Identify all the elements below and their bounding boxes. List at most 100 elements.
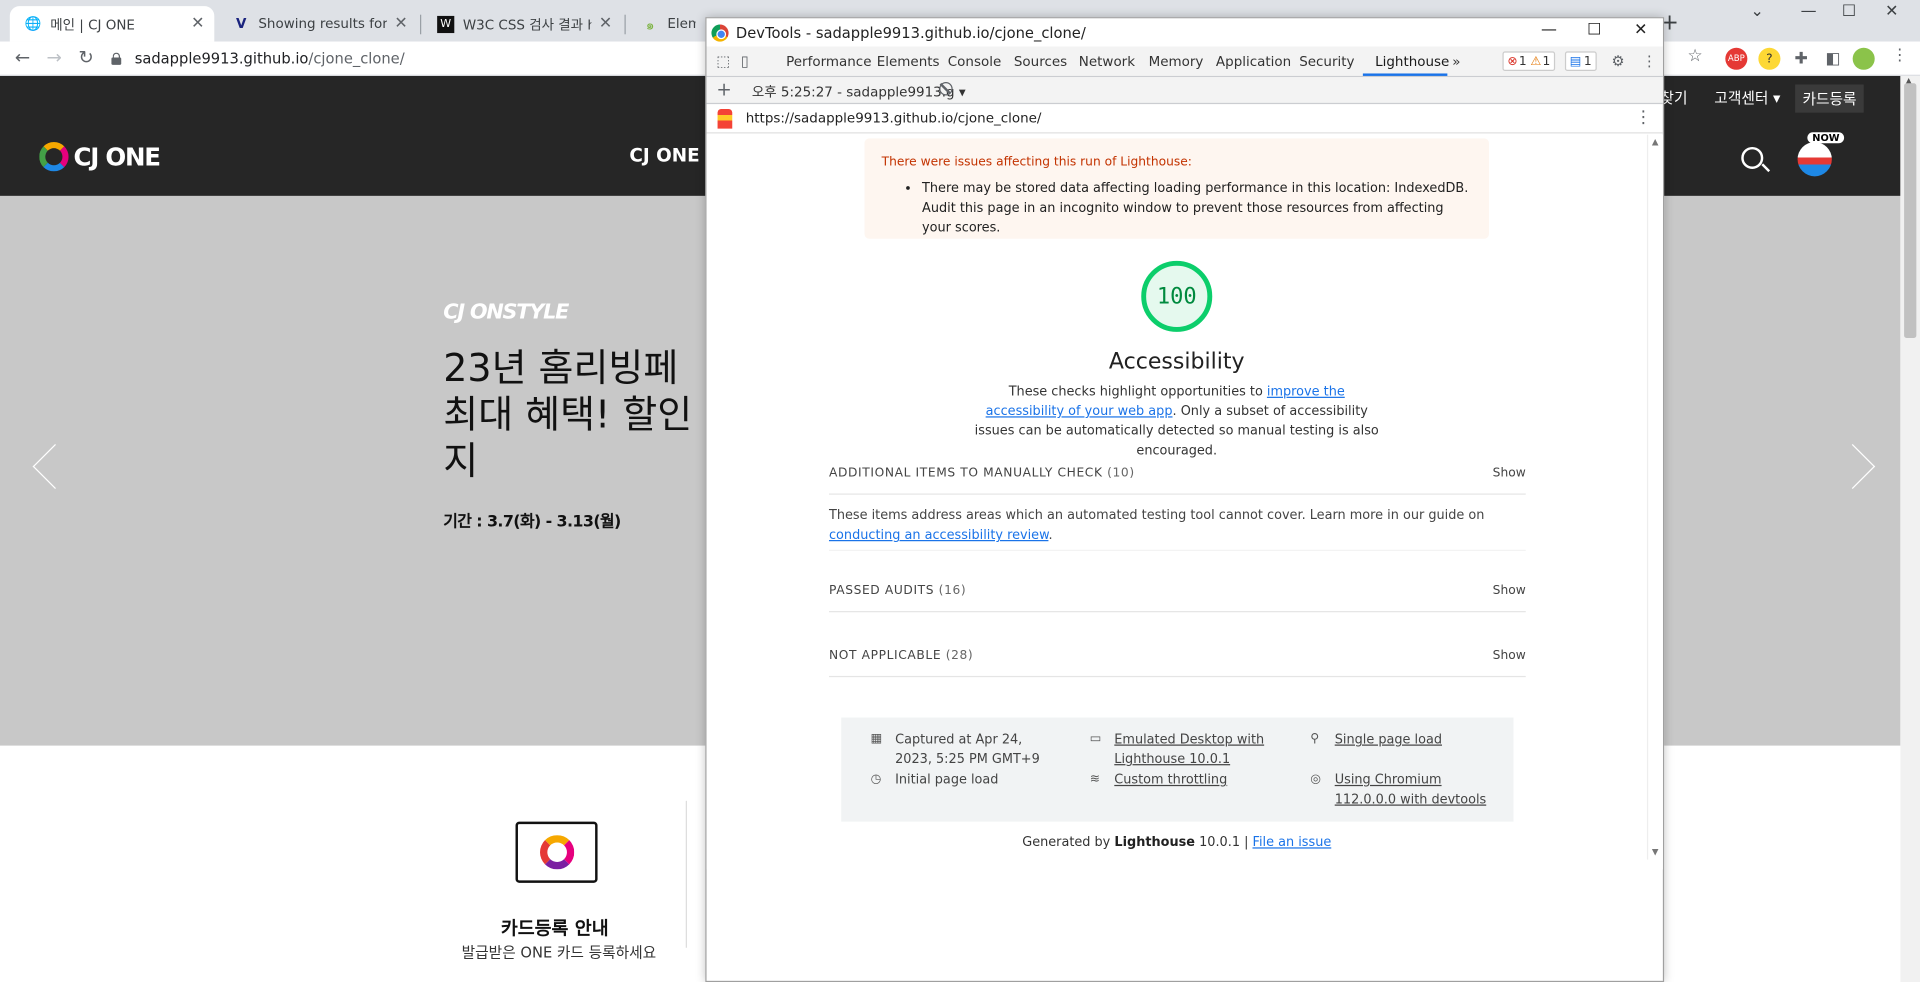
group-passed-audits[interactable]: PASSED AUDITS (16) Show (829, 584, 1526, 611)
warning-item: There may be stored data affecting loadi… (922, 179, 1472, 238)
divider (828, 611, 1526, 613)
url-path: /cjone_clone/ (308, 50, 405, 68)
minimize-button[interactable]: — (1531, 21, 1568, 39)
hero-headline: 23년 홈리빙페 최대 혜택! 할인 지 (443, 346, 693, 484)
run-info-text: Single page load (1334, 732, 1443, 747)
report-scrollbar[interactable]: ▲ ▼ (1646, 134, 1663, 860)
divider (828, 493, 1526, 495)
close-window-button[interactable]: ✕ (1873, 2, 1910, 20)
issues-badge[interactable]: ⊗ 1 ⚠ 1 (1502, 51, 1556, 72)
scrollbar-thumb[interactable] (1904, 83, 1917, 338)
browser-tab-results[interactable]: V Showing results for https: ✕ (218, 6, 418, 42)
run-info-text: Custom throttling (1114, 772, 1228, 788)
close-window-button[interactable]: ✕ (1622, 21, 1659, 39)
tab-network[interactable]: Network (1079, 54, 1135, 70)
scroll-up-icon[interactable]: ▲ (1652, 137, 1659, 147)
show-button[interactable]: Show (1493, 467, 1526, 480)
footer-text: Generated by (1022, 835, 1115, 850)
group-label: ADDITIONAL ITEMS TO MANUALLY CHECK (828, 466, 1103, 481)
run-info-throttling[interactable]: ≋ Custom throttling (1090, 770, 1227, 790)
maximize-button[interactable]: ☐ (1831, 2, 1868, 20)
hero-period: 기간 : 3.7(화) - 3.13(월) (443, 513, 621, 532)
star-icon[interactable]: ☆ (1687, 47, 1702, 67)
run-info-chromium[interactable]: ◎ Using Chromium 112.0.0.0 with devtools (1310, 770, 1494, 809)
avatar[interactable] (1797, 142, 1832, 177)
card-ring-icon (539, 835, 574, 870)
logo-text: CJ ONE (73, 142, 161, 172)
util-link-support[interactable]: 고객센터 ▾ (1714, 87, 1780, 108)
reload-icon[interactable]: ↻ (78, 47, 93, 69)
show-button[interactable]: Show (1493, 649, 1526, 662)
address-bar[interactable]: sadapple9913.github.io/cjone_clone/ (110, 44, 722, 73)
cjone-logo[interactable]: CJ ONE (39, 142, 161, 172)
tab-application[interactable]: Application (1216, 54, 1291, 70)
run-info-single[interactable]: ⚲ Single page load (1310, 730, 1442, 750)
message-icon: ▤ (1569, 54, 1582, 68)
footer-version: 10.0.1 | (1195, 835, 1253, 850)
tab-memory[interactable]: Memory (1149, 54, 1204, 70)
forward-icon[interactable]: → (47, 47, 62, 69)
tab-lighthouse[interactable]: Lighthouse (1375, 54, 1449, 70)
close-icon[interactable]: ✕ (191, 15, 204, 33)
report-selector[interactable]: 오후 5:25:27 - sadapple9913.g ▾ (752, 82, 966, 102)
tab-separator (420, 14, 422, 35)
gear-icon[interactable]: ⚙ (1611, 53, 1624, 70)
back-icon[interactable]: ← (15, 47, 30, 69)
messages-badge[interactable]: ▤ 1 (1564, 51, 1597, 72)
help-extension-icon[interactable]: ? (1758, 47, 1781, 70)
desc-text: These items address areas which an autom… (828, 508, 1485, 523)
page-scrollbar[interactable]: ▲ (1900, 75, 1920, 982)
group-not-applicable[interactable]: NOT APPLICABLE (28) Show (829, 649, 1526, 676)
card-register-icon[interactable] (515, 821, 598, 883)
tab-performance[interactable]: Performance (786, 54, 871, 70)
scroll-down-icon[interactable]: ▼ (1652, 847, 1659, 857)
report-menu-icon[interactable]: ⋮ (1635, 108, 1652, 128)
category-description: These checks highlight opportunities to … (969, 382, 1385, 460)
clear-icon[interactable] (939, 82, 953, 96)
card-title: 카드등록 안내 (500, 917, 609, 940)
util-link-find[interactable]: 찾기 (1660, 87, 1687, 108)
run-warning: There were issues affecting this run of … (864, 138, 1489, 239)
browser-tab-cjone[interactable]: 🌐 메인 | CJ ONE ✕ (9, 6, 215, 42)
devtools-menu-icon[interactable]: ⋮ (1642, 53, 1657, 70)
file-issue-link[interactable]: File an issue (1253, 835, 1332, 850)
prev-slide-arrow-icon[interactable] (32, 444, 78, 490)
run-info-initial: ◷ Initial page load (871, 770, 999, 790)
show-button[interactable]: Show (1493, 584, 1526, 597)
card-register-link[interactable]: 카드등록 (1795, 84, 1864, 113)
more-tabs-button[interactable]: » (1452, 54, 1460, 70)
sidepanel-icon[interactable]: ◧ (1822, 48, 1844, 70)
adblock-icon[interactable]: ABP (1725, 47, 1748, 70)
tab-elements[interactable]: Elements (877, 54, 940, 70)
tab-sources[interactable]: Sources (1014, 54, 1067, 70)
accessibility-review-link[interactable]: conducting an accessibility review (829, 528, 1048, 543)
group-manual-check[interactable]: ADDITIONAL ITEMS TO MANUALLY CHECK (10) … (829, 467, 1526, 494)
minimize-button[interactable]: — (1790, 2, 1827, 20)
puzzle-icon[interactable]: ✚ (1790, 48, 1812, 70)
screen: 🌐 메인 | CJ ONE ✕ V Showing results for ht… (0, 0, 1920, 982)
leaf-icon: ๑ (645, 16, 655, 33)
run-info-emulated[interactable]: ▭ Emulated Desktop with Lighthouse 10.0.… (1090, 730, 1274, 769)
devtools-titlebar: DevTools - sadapple9913.github.io/cjone_… (706, 18, 1663, 47)
divider (828, 549, 1526, 552)
browser-tab-element[interactable]: ๑ Element (627, 6, 705, 42)
report-url-bar: https://sadapple9913.github.io/cjone_clo… (706, 104, 1663, 134)
tab-title: Showing results for https: (258, 15, 388, 32)
chevron-down-icon[interactable]: ⌄ (1739, 2, 1776, 20)
inspect-element-icon[interactable]: ⬚ (716, 53, 730, 70)
device-toolbar-icon[interactable]: ▯ (741, 53, 749, 70)
search-icon[interactable] (1741, 146, 1764, 169)
menu-kebab-icon[interactable]: ⋮ (1892, 47, 1908, 65)
tab-console[interactable]: Console (948, 54, 1001, 70)
browser-tab-w3c[interactable]: W W3C CSS 검사 결과 https: ✕ (422, 6, 622, 42)
profile-avatar[interactable] (1852, 47, 1875, 70)
new-report-button[interactable]: + (716, 78, 731, 100)
run-info-captured: ▦ Captured at Apr 24, 2023, 5:25 PM GMT+… (871, 730, 1055, 769)
next-slide-arrow-icon[interactable] (1830, 444, 1876, 490)
maximize-button[interactable]: ☐ (1576, 21, 1613, 39)
run-info-text: Emulated Desktop with Lighthouse 10.0.1 (1114, 732, 1265, 767)
tab-security[interactable]: Security (1299, 54, 1354, 70)
close-icon[interactable]: ✕ (599, 15, 612, 33)
close-icon[interactable]: ✕ (394, 15, 407, 33)
lock-icon (110, 52, 122, 65)
